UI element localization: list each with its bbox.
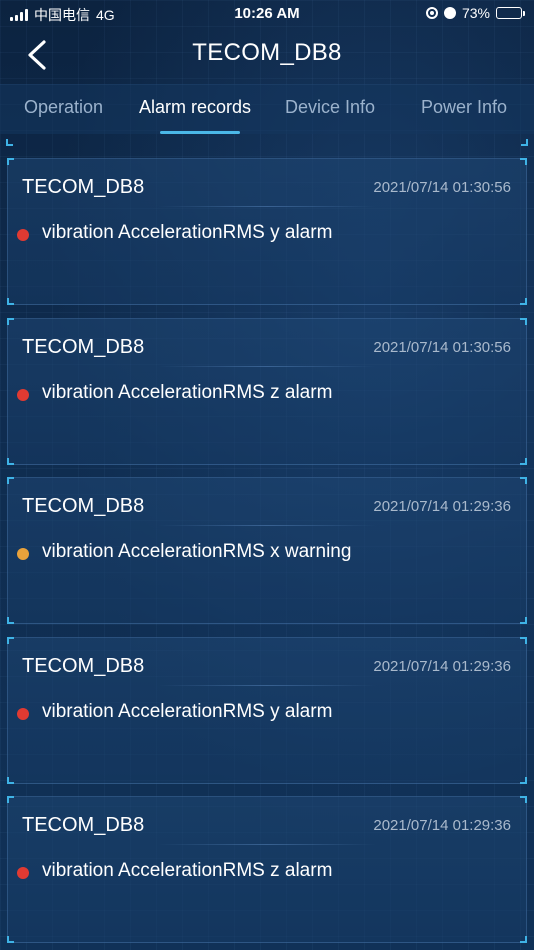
card-corner bbox=[520, 637, 527, 644]
record-message: vibration AccelerationRMS z alarm bbox=[42, 860, 333, 881]
record-timestamp: 2021/07/14 01:29:36 bbox=[373, 817, 511, 834]
card-divider bbox=[158, 366, 376, 367]
orientation-lock-icon bbox=[425, 7, 438, 19]
card-divider bbox=[158, 525, 376, 526]
record-timestamp: 2021/07/14 01:30:56 bbox=[373, 339, 511, 356]
card-corner bbox=[520, 318, 527, 325]
alarm-record-card[interactable]: TECOM_DB8 2021/07/14 01:29:36 vibration … bbox=[7, 477, 527, 624]
record-timestamp: 2021/07/14 01:29:36 bbox=[373, 498, 511, 515]
card-corner bbox=[520, 936, 527, 943]
card-corner bbox=[520, 458, 527, 465]
record-message: vibration AccelerationRMS x warning bbox=[42, 541, 352, 562]
alarm-status-dot bbox=[17, 389, 29, 401]
card-corner bbox=[7, 458, 14, 465]
alarm-record-card[interactable]: TECOM_DB8 2021/07/14 01:29:36 vibration … bbox=[7, 637, 527, 784]
card-corner bbox=[520, 796, 527, 803]
battery-icon bbox=[496, 7, 525, 19]
card-corner bbox=[7, 617, 14, 624]
record-device-name: TECOM_DB8 bbox=[22, 495, 145, 517]
card-divider bbox=[158, 685, 376, 686]
tab-power-info[interactable]: Power Info bbox=[421, 97, 507, 118]
alarm-record-card[interactable]: TECOM_DB8 2021/07/14 01:30:56 vibration … bbox=[7, 158, 527, 305]
tab-bar: Operation Alarm records Device Info Powe… bbox=[0, 84, 534, 134]
alarm-record-card[interactable]: TECOM_DB8 2021/07/14 01:29:36 vibration … bbox=[7, 796, 527, 943]
card-corner bbox=[7, 298, 14, 305]
record-timestamp: 2021/07/14 01:29:36 bbox=[373, 658, 511, 675]
alarm-records-list[interactable]: TECOM_DB8 2021/07/14 01:30:56 vibration … bbox=[0, 137, 534, 950]
card-corner bbox=[7, 318, 14, 325]
card-corner bbox=[7, 637, 14, 644]
card-corner bbox=[520, 777, 527, 784]
status-right: 73% bbox=[425, 5, 525, 21]
alarm-status-dot bbox=[17, 708, 29, 720]
tab-operation[interactable]: Operation bbox=[24, 97, 103, 118]
warning-status-dot bbox=[17, 548, 29, 560]
page-title: TECOM_DB8 bbox=[192, 39, 342, 66]
record-device-name: TECOM_DB8 bbox=[22, 655, 145, 677]
card-divider bbox=[158, 844, 376, 845]
card-corner bbox=[7, 796, 14, 803]
active-tab-indicator bbox=[160, 131, 240, 134]
alarm-status-dot bbox=[17, 229, 29, 241]
alarm-clock-icon bbox=[443, 7, 456, 19]
record-message: vibration AccelerationRMS y alarm bbox=[42, 701, 333, 722]
alarm-record-card[interactable]: TECOM_DB8 2021/07/14 01:30:56 vibration … bbox=[7, 318, 527, 465]
nav-bar: TECOM_DB8 bbox=[0, 28, 534, 82]
card-corner bbox=[7, 158, 14, 165]
status-bar: 中国电信 4G 10:26 AM 73% bbox=[0, 0, 534, 28]
card-corner bbox=[520, 298, 527, 305]
record-device-name: TECOM_DB8 bbox=[22, 176, 145, 198]
card-corner bbox=[520, 477, 527, 484]
card-corner bbox=[7, 936, 14, 943]
card-corner bbox=[7, 477, 14, 484]
card-corner bbox=[520, 617, 527, 624]
record-message: vibration AccelerationRMS z alarm bbox=[42, 382, 333, 403]
record-timestamp: 2021/07/14 01:30:56 bbox=[373, 179, 511, 196]
card-corner bbox=[520, 158, 527, 165]
tab-device-info[interactable]: Device Info bbox=[285, 97, 375, 118]
card-corner bbox=[7, 777, 14, 784]
card-divider bbox=[158, 206, 376, 207]
record-message: vibration AccelerationRMS y alarm bbox=[42, 222, 333, 243]
record-device-name: TECOM_DB8 bbox=[22, 336, 145, 358]
record-device-name: TECOM_DB8 bbox=[22, 814, 145, 836]
battery-percent: 73% bbox=[461, 5, 490, 21]
tab-alarm-records[interactable]: Alarm records bbox=[139, 97, 251, 118]
alarm-status-dot bbox=[17, 867, 29, 879]
